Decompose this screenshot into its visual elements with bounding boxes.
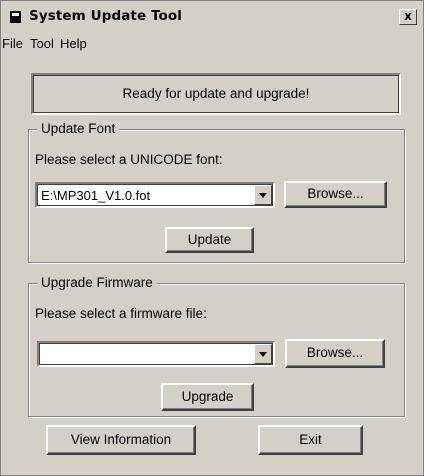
view-information-button[interactable]: View Information (46, 425, 196, 455)
chevron-down-icon[interactable] (254, 344, 272, 364)
menu-file[interactable]: File (2, 36, 23, 51)
title-bar[interactable]: System Update Tool x (1, 1, 423, 31)
update-button[interactable]: Update (165, 227, 254, 253)
upgrade-firmware-group-title: Upgrade Firmware (37, 275, 157, 290)
close-icon: x (404, 9, 412, 23)
app-icon (10, 11, 21, 23)
firmware-prompt-label: Please select a firmware file: (35, 306, 207, 321)
exit-button[interactable]: Exit (258, 425, 363, 455)
font-file-combobox[interactable]: E:\MP301_V1.0.fot (35, 182, 275, 208)
app-window: System Update Tool x File Tool Help Read… (0, 0, 424, 476)
chevron-down-icon[interactable] (254, 185, 272, 205)
firmware-browse-button[interactable]: Browse... (285, 339, 385, 368)
firmware-file-combobox[interactable] (37, 341, 275, 367)
font-browse-button[interactable]: Browse... (284, 181, 387, 208)
menu-help[interactable]: Help (60, 36, 87, 51)
font-file-value: E:\MP301_V1.0.fot (41, 188, 151, 203)
window-title: System Update Tool (29, 8, 183, 24)
status-display: Ready for update and upgrade! (31, 73, 401, 115)
upgrade-button[interactable]: Upgrade (161, 383, 254, 411)
close-button[interactable]: x (399, 9, 417, 25)
menu-bar: File Tool Help (1, 33, 423, 55)
font-prompt-label: Please select a UNICODE font: (35, 152, 223, 167)
update-font-group-title: Update Font (37, 121, 120, 136)
menu-tool[interactable]: Tool (30, 36, 54, 51)
